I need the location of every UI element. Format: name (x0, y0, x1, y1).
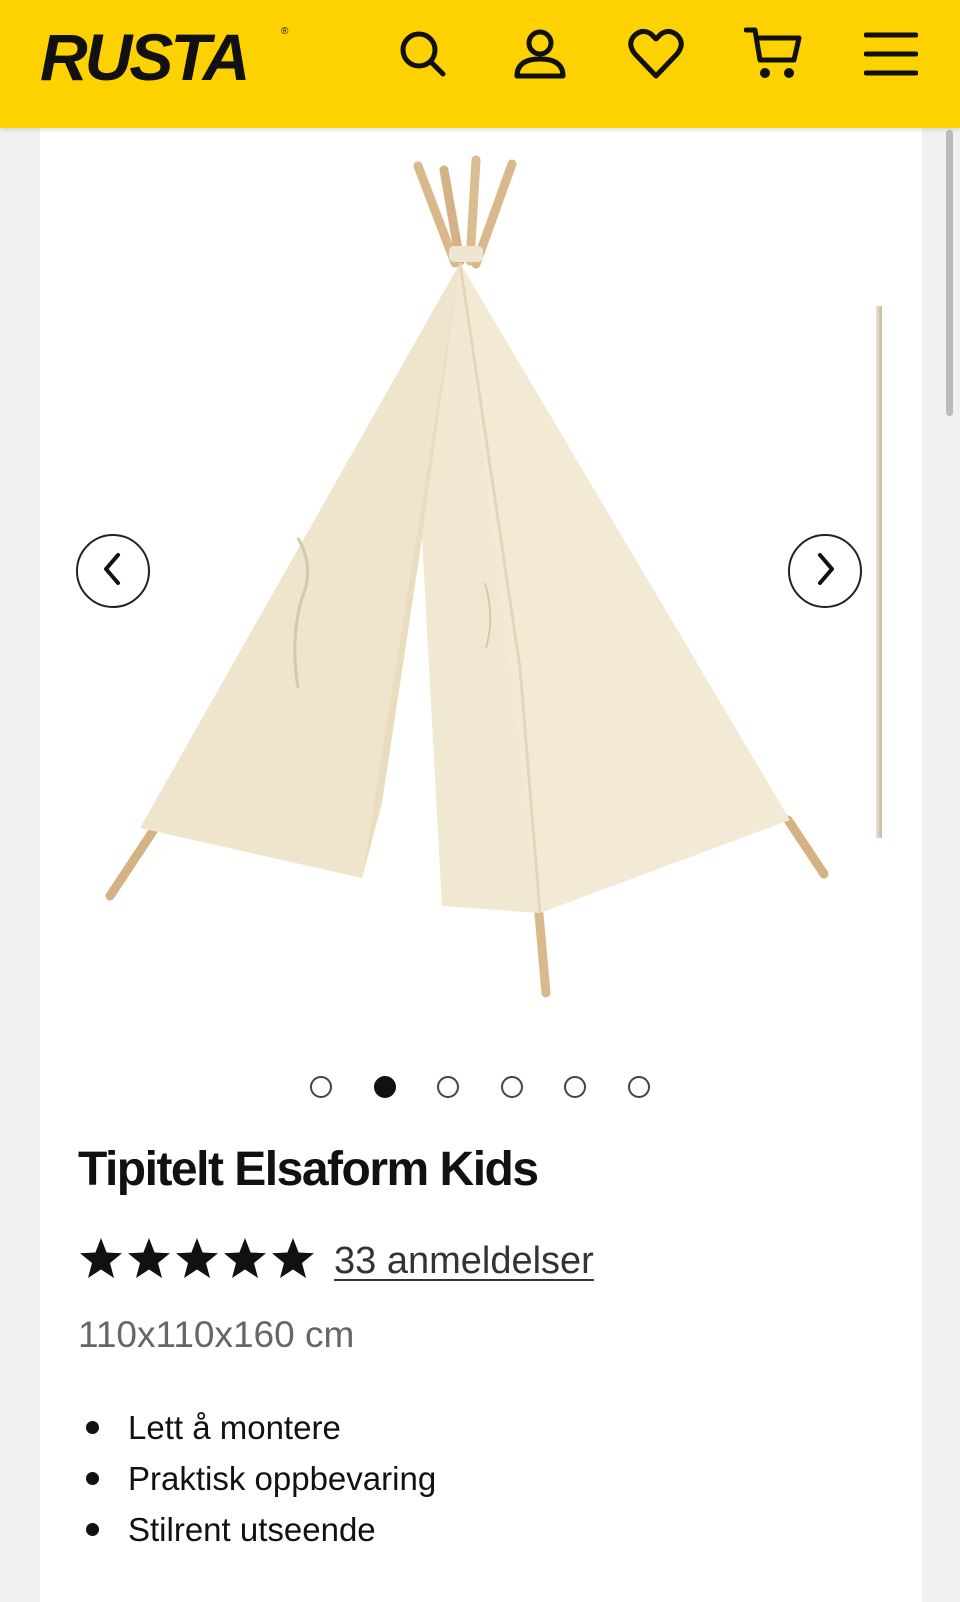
bullet-icon (86, 1523, 99, 1536)
carousel-dot[interactable] (628, 1076, 650, 1098)
feature-text: Stilrent utseende (128, 1511, 376, 1548)
rating-stars (78, 1236, 318, 1282)
feature-text: Praktisk oppbevaring (128, 1460, 437, 1497)
list-item: Stilrent utseende (78, 1504, 436, 1555)
site-header: RUSTA ® (0, 0, 960, 128)
reviews-link[interactable]: 33 anmeldelser (334, 1238, 594, 1284)
account-icon (512, 26, 568, 87)
product-gallery[interactable] (40, 128, 922, 1168)
cart-icon (743, 24, 804, 89)
feature-text: Lett å montere (128, 1409, 341, 1446)
star-icon (224, 1238, 266, 1278)
rusta-logo[interactable]: RUSTA (40, 22, 250, 92)
feature-list: Lett å montere Praktisk oppbevaring Stil… (78, 1402, 436, 1555)
product-card (40, 128, 922, 1602)
chevron-right-icon (810, 552, 840, 591)
carousel-indicators (0, 1076, 960, 1106)
menu-icon (863, 29, 919, 84)
star-icon (128, 1238, 170, 1278)
star-icon (80, 1238, 122, 1278)
star-icon (272, 1238, 314, 1278)
product-dimensions: 110x110x160 cm (78, 1314, 355, 1355)
menu-button[interactable] (861, 26, 921, 86)
carousel-dot[interactable] (501, 1076, 523, 1098)
product-title: Tipitelt Elsaform Kids (78, 1143, 539, 1196)
bullet-icon (86, 1472, 99, 1485)
carousel-dot-active[interactable] (374, 1076, 396, 1098)
carousel-dot[interactable] (564, 1076, 586, 1098)
wishlist-button[interactable] (626, 26, 686, 86)
registered-mark: ® (281, 26, 289, 37)
heart-icon (627, 26, 685, 87)
list-item: Lett å montere (78, 1402, 436, 1453)
tipi-tent-image (105, 155, 829, 998)
page-scrollbar[interactable] (946, 130, 953, 416)
account-button[interactable] (510, 26, 570, 86)
carousel-dot[interactable] (310, 1076, 332, 1098)
previous-image-button[interactable] (76, 534, 150, 608)
bullet-icon (86, 1421, 99, 1434)
carousel-dot[interactable] (437, 1076, 459, 1098)
next-image-button[interactable] (788, 534, 862, 608)
next-slide-preview (876, 306, 882, 838)
chevron-left-icon (98, 552, 128, 591)
list-item: Praktisk oppbevaring (78, 1453, 436, 1504)
search-icon (395, 26, 451, 87)
cart-button[interactable] (743, 24, 804, 89)
star-icon (176, 1238, 218, 1278)
search-button[interactable] (393, 26, 453, 86)
